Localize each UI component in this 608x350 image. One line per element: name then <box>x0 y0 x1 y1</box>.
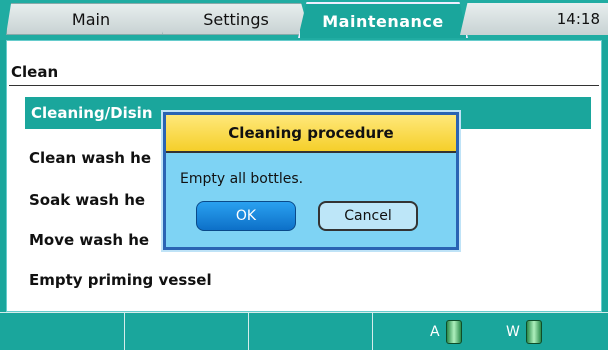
cleaning-procedure-dialog: Cleaning procedure Empty all bottles. OK… <box>163 112 459 250</box>
bottle-a-status: A <box>430 317 462 347</box>
softkey-2[interactable] <box>125 313 249 350</box>
dialog-message: Empty all bottles. <box>180 171 304 187</box>
cancel-button[interactable]: Cancel <box>318 201 418 231</box>
bottle-a-label: A <box>430 324 440 340</box>
list-item-label: Cleaning/Disin <box>31 104 153 122</box>
bottle-w-label: W <box>506 324 520 340</box>
tab-bar: Main Settings Maintenance 14:18 <box>0 0 608 40</box>
softkey-3[interactable] <box>249 313 373 350</box>
clock: 14:18 <box>460 3 608 35</box>
section-divider <box>9 85 599 86</box>
ok-button[interactable]: OK <box>196 201 296 231</box>
bottle-icon <box>445 320 462 344</box>
dialog-title: Cleaning procedure <box>166 115 456 153</box>
list-item-clean-wash-head[interactable]: Clean wash he <box>29 149 151 167</box>
bottom-bar: A W <box>0 312 608 350</box>
tab-main[interactable]: Main <box>6 3 176 35</box>
screen: Main Settings Maintenance 14:18 Clean Cl… <box>0 0 608 350</box>
tab-maintenance[interactable]: Maintenance <box>298 2 468 38</box>
section-title: Clean <box>11 63 59 81</box>
list-item-move-wash-head[interactable]: Move wash he <box>29 231 149 249</box>
softkey-1[interactable] <box>0 313 125 350</box>
list-item-empty-priming-vessel[interactable]: Empty priming vessel <box>29 271 212 289</box>
tab-settings[interactable]: Settings <box>162 3 310 35</box>
bottle-icon <box>525 320 542 344</box>
list-item-soak-wash-head[interactable]: Soak wash he <box>29 191 145 209</box>
bottle-w-status: W <box>506 317 542 347</box>
